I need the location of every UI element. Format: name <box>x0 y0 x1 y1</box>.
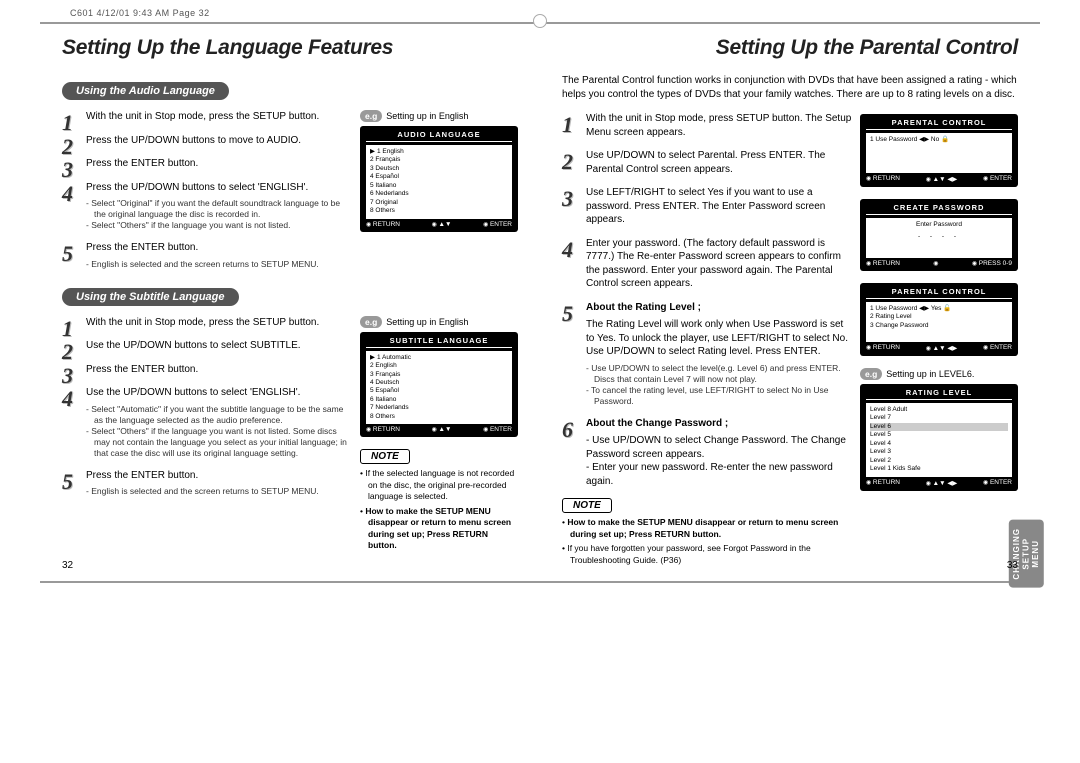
left-page: Setting Up the Language Features Using t… <box>40 30 540 569</box>
step: With the unit in Stop mode, press the SE… <box>62 316 352 330</box>
step: Enter your password. (The factory defaul… <box>562 237 852 291</box>
step: Use the UP/DOWN buttons to select SUBTIT… <box>62 339 352 353</box>
step: With the unit in Stop mode, press SETUP … <box>562 112 852 139</box>
tv-screen-create-password: CREATE PASSWORD Enter Password - - - - R… <box>860 199 1018 271</box>
step: With the unit in Stop mode, press the SE… <box>62 110 352 124</box>
subtitle-steps: With the unit in Stop mode, press the SE… <box>62 316 352 498</box>
tv-screen-parental-1: PARENTAL CONTROL 1 Use Password ◀▶ No 🔒 … <box>860 114 1018 187</box>
step: About the Rating Level ; The Rating Leve… <box>562 301 852 407</box>
heading-audio-language: Using the Audio Language <box>62 82 229 100</box>
step: Press the ENTER button. - English is sel… <box>62 241 352 270</box>
note-box-right: NOTE How to make the SETUP MENU disappea… <box>562 498 852 566</box>
page-spread: Setting Up the Language Features Using t… <box>40 22 1040 583</box>
tv-screen-audio: AUDIO LANGUAGE ▶1 English 2 Français 3 D… <box>360 126 518 232</box>
parental-steps: With the unit in Stop mode, press SETUP … <box>562 112 852 488</box>
eg-line: e.gSetting up in LEVEL6. <box>860 368 1018 380</box>
heading-subtitle-language: Using the Subtitle Language <box>62 288 239 306</box>
step: Use the UP/DOWN buttons to select 'ENGLI… <box>62 386 352 459</box>
step: Press the ENTER button. - English is sel… <box>62 469 352 498</box>
side-tab: CHANGING SETUP MENU <box>1009 520 1044 588</box>
right-page: Setting Up the Parental Control The Pare… <box>540 30 1040 569</box>
page-number-left: 32 <box>62 560 73 571</box>
step: Press the ENTER button. <box>62 157 352 171</box>
tv-screen-subtitle: SUBTITLE LANGUAGE ▶1 Automatic 2 English… <box>360 332 518 438</box>
eg-line: e.gSetting up in English <box>360 316 518 328</box>
page-title-left: Setting Up the Language Features <box>62 36 518 60</box>
step: Press the ENTER button. <box>62 363 352 377</box>
page-title-right: Setting Up the Parental Control <box>562 36 1018 60</box>
eg-line: e.gSetting up in English <box>360 110 518 122</box>
step: Press the UP/DOWN buttons to select 'ENG… <box>62 181 352 232</box>
note-box-left: NOTE If the selected language is not rec… <box>360 449 518 551</box>
tv-screen-rating-level: RATING LEVEL Level 8 Adult Level 7 Level… <box>860 384 1018 491</box>
page-number-right: 33 <box>1007 560 1018 571</box>
step: About the Change Password ; - Use UP/DOW… <box>562 417 852 489</box>
step: Use LEFT/RIGHT to select Yes if you want… <box>562 186 852 227</box>
audio-steps: With the unit in Stop mode, press the SE… <box>62 110 352 270</box>
intro-text: The Parental Control function works in c… <box>562 74 1018 102</box>
step: Press the UP/DOWN buttons to move to AUD… <box>62 134 352 148</box>
step: Use UP/DOWN to select Parental. Press EN… <box>562 149 852 176</box>
tv-screen-parental-2: PARENTAL CONTROL 1 Use Password ◀▶ Yes 🔓… <box>860 283 1018 356</box>
